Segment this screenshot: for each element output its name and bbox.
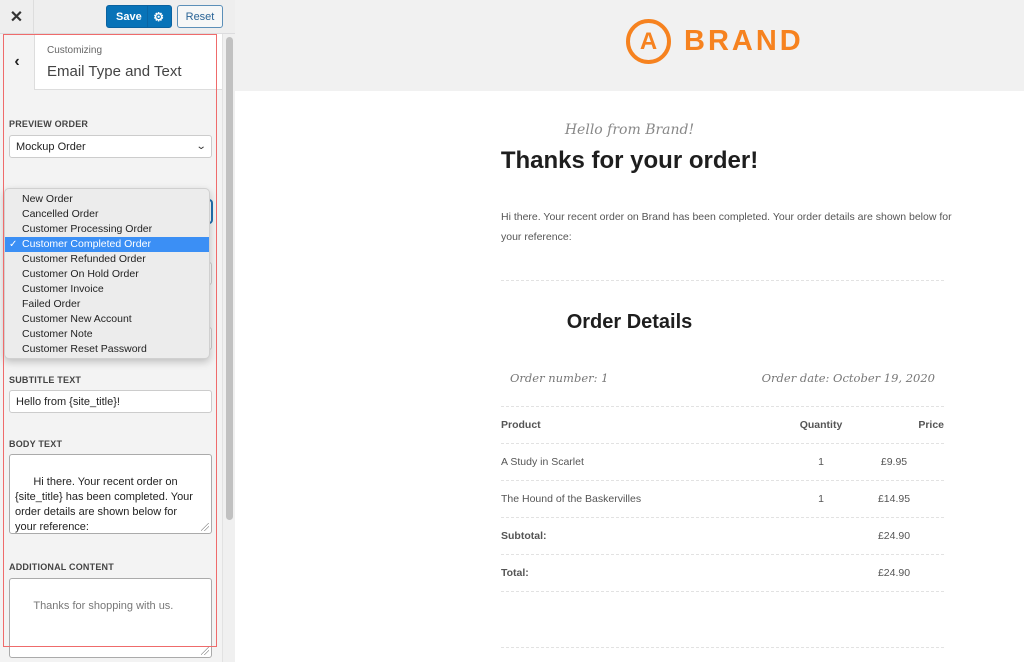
save-button[interactable]: Save ⚙ xyxy=(106,5,172,28)
email-header: A BRAND xyxy=(235,0,1024,91)
dropdown-option[interactable]: New Order xyxy=(5,192,209,207)
dropdown-option[interactable]: Customer Refunded Order xyxy=(5,252,209,267)
column-header-product: Product xyxy=(501,419,541,431)
column-header-quantity: Quantity xyxy=(799,419,843,431)
dropdown-option[interactable]: Cancelled Order xyxy=(5,207,209,222)
dropdown-option[interactable]: Customer Processing Order xyxy=(5,222,209,237)
option-label: Failed Order xyxy=(22,298,81,310)
customizer-topbar: ✕ Save ⚙ Reset xyxy=(0,0,235,34)
body-text-value: Hi there. Your recent order on {site_tit… xyxy=(15,476,193,533)
gear-icon[interactable]: ⚙ xyxy=(153,10,164,24)
option-label: Customer Completed Order xyxy=(22,238,151,250)
table-row: The Hound of the Baskervilles 1 £14.95 xyxy=(501,493,944,507)
additional-content-label: ADDITIONAL CONTENT xyxy=(9,562,114,572)
total-row: Total: £24.90 xyxy=(501,567,944,581)
product-price: £14.95 xyxy=(877,493,911,505)
chevron-down-icon: ⌄ xyxy=(195,141,207,152)
subtotal-label: Subtotal: xyxy=(501,530,547,542)
divider xyxy=(501,480,944,481)
panel-header: ‹ Customizing Email Type and Text xyxy=(0,34,222,90)
dropdown-option-selected[interactable]: ✓ Customer Completed Order xyxy=(5,237,209,252)
email-subtitle: Hello from Brand! xyxy=(564,122,695,138)
brand-logo-icon: A xyxy=(626,19,671,64)
total-value: £24.90 xyxy=(877,567,911,579)
option-label: Customer New Account xyxy=(22,313,132,325)
preview-order-label: PREVIEW ORDER xyxy=(9,119,89,129)
option-label: New Order xyxy=(22,193,73,205)
customizer-sidebar: ✕ Save ⚙ Reset ‹ Customizing Email Type … xyxy=(0,0,235,662)
divider xyxy=(501,280,944,281)
panel-title: Email Type and Text xyxy=(47,63,182,80)
email-heading: Thanks for your order! xyxy=(500,147,759,174)
additional-content-placeholder: Thanks for shopping with us. xyxy=(33,600,174,612)
brand-name: BRAND xyxy=(684,25,804,57)
divider xyxy=(501,443,944,444)
body-text-textarea[interactable]: Hi there. Your recent order on {site_tit… xyxy=(9,454,212,534)
subtotal-row: Subtotal: £24.90 xyxy=(501,530,944,544)
chevron-left-icon[interactable]: ‹ xyxy=(0,34,35,90)
divider xyxy=(501,554,944,555)
divider xyxy=(501,647,944,648)
dropdown-option[interactable]: Customer On Hold Order xyxy=(5,267,209,282)
order-date: Order date: October 19, 2020 xyxy=(761,371,935,385)
checkmark-icon: ✓ xyxy=(9,239,18,250)
product-name: The Hound of the Baskervilles xyxy=(501,493,642,505)
subtotal-value: £24.90 xyxy=(877,530,911,542)
dropdown-option[interactable]: Customer Invoice xyxy=(5,282,209,297)
option-label: Cancelled Order xyxy=(22,208,99,220)
table-row: A Study in Scarlet 1 £9.95 xyxy=(501,456,944,470)
sidebar-scrollbar[interactable] xyxy=(222,34,235,662)
table-header: Product Quantity Price xyxy=(501,419,944,433)
dropdown-option[interactable]: Customer Note xyxy=(5,327,209,342)
option-label: Customer Invoice xyxy=(22,283,104,295)
additional-content-textarea[interactable]: Thanks for shopping with us. xyxy=(9,578,212,658)
brand-logo: A BRAND xyxy=(626,19,804,64)
email-type-dropdown[interactable]: New Order Cancelled Order Customer Proce… xyxy=(4,188,210,359)
preview-order-value: Mockup Order xyxy=(16,140,86,153)
scrollbar-thumb[interactable] xyxy=(226,37,233,520)
body-text-label: BODY TEXT xyxy=(9,439,63,449)
column-header-price: Price xyxy=(918,419,944,431)
option-label: Customer On Hold Order xyxy=(22,268,139,280)
dropdown-option[interactable]: Failed Order xyxy=(5,297,209,312)
dropdown-option[interactable]: Customer New Account xyxy=(5,312,209,327)
dropdown-option[interactable]: Customer Reset Password xyxy=(5,342,209,357)
divider xyxy=(501,517,944,518)
total-label: Total: xyxy=(501,567,529,579)
option-label: Customer Processing Order xyxy=(22,223,153,235)
reset-button[interactable]: Reset xyxy=(177,5,223,28)
product-name: A Study in Scarlet xyxy=(501,456,584,468)
breadcrumb: Customizing xyxy=(47,45,103,56)
close-icon[interactable]: ✕ xyxy=(0,0,34,34)
subtitle-text-input[interactable]: Hello from {site_title}! xyxy=(9,390,212,413)
order-details-title: Order Details xyxy=(566,311,693,333)
preview-order-select[interactable]: Mockup Order ⌄ xyxy=(9,135,212,158)
option-label: Customer Refunded Order xyxy=(22,253,146,265)
product-price: £9.95 xyxy=(880,456,908,468)
button-divider xyxy=(147,6,148,27)
option-label: Customer Note xyxy=(22,328,93,340)
section-panel: ‹ Customizing Email Type and Text PREVIE… xyxy=(0,34,222,662)
resize-handle-icon[interactable] xyxy=(201,647,209,655)
subtitle-text-label: SUBTITLE TEXT xyxy=(9,375,82,385)
email-body: Hi there. Your recent order on Brand has… xyxy=(501,211,952,243)
save-label: Save xyxy=(116,10,142,23)
order-number: Order number: 1 xyxy=(510,371,609,385)
option-label: Customer Reset Password xyxy=(22,343,147,355)
email-preview: A BRAND Hello from Brand! Thanks for you… xyxy=(235,0,1024,662)
divider xyxy=(501,591,944,592)
resize-handle-icon[interactable] xyxy=(201,523,209,531)
divider xyxy=(501,406,944,407)
